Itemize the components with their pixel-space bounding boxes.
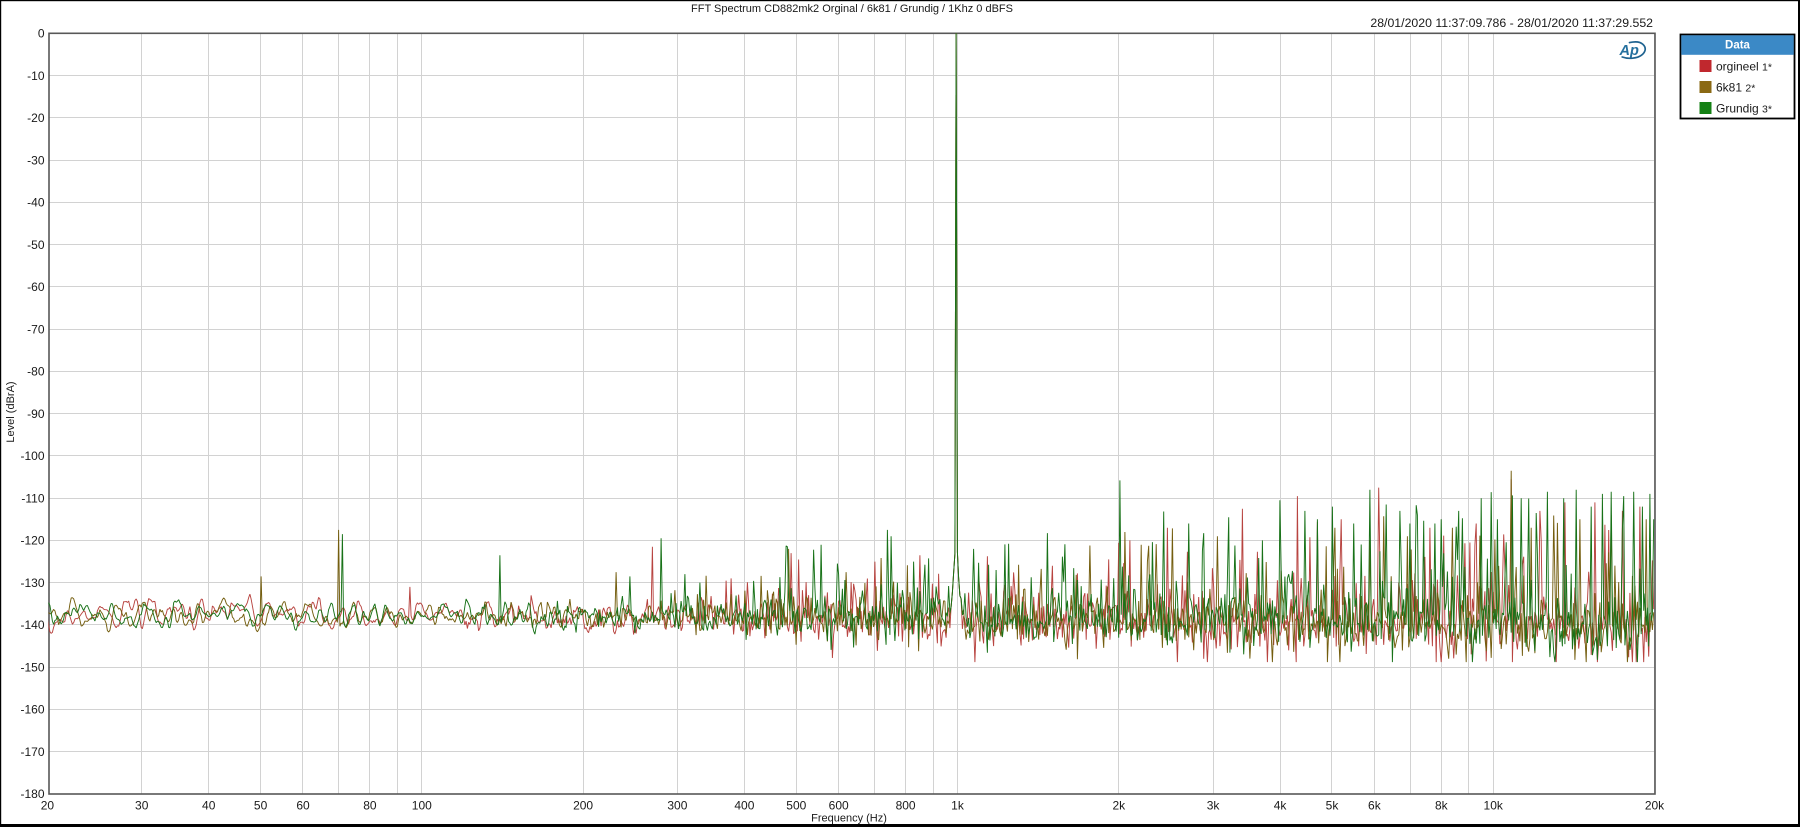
svg-text:Level (dBrA): Level (dBrA) [5,381,17,442]
svg-text:-80: -80 [27,365,45,379]
svg-text:80: 80 [363,798,377,812]
svg-text:-40: -40 [27,196,45,210]
svg-text:-140: -140 [20,618,44,632]
svg-text:20: 20 [41,798,55,812]
svg-text:5k: 5k [1326,798,1340,812]
svg-text:50: 50 [254,798,268,812]
svg-text:-130: -130 [20,576,44,590]
svg-text:-20: -20 [27,111,45,125]
svg-text:3k: 3k [1207,798,1221,812]
svg-text:500: 500 [786,798,806,812]
svg-text:600: 600 [829,798,849,812]
svg-text:30: 30 [135,798,149,812]
svg-text:orgineel 1*: orgineel 1* [1716,60,1772,74]
svg-text:-170: -170 [20,745,44,759]
svg-text:200: 200 [573,798,593,812]
svg-text:20k: 20k [1645,798,1665,812]
svg-text:28/01/2020 11:37:09.786 - 28/0: 28/01/2020 11:37:09.786 - 28/01/2020 11:… [1370,16,1653,30]
svg-text:-60: -60 [27,280,45,294]
svg-text:-160: -160 [20,703,44,717]
svg-text:-150: -150 [20,660,44,674]
svg-text:60: 60 [296,798,310,812]
svg-text:Frequency (Hz): Frequency (Hz) [811,813,887,825]
svg-text:8k: 8k [1435,798,1449,812]
svg-text:800: 800 [896,798,916,812]
svg-text:-110: -110 [21,491,44,505]
svg-text:-120: -120 [20,534,44,548]
svg-text:400: 400 [734,798,754,812]
svg-text:4k: 4k [1274,798,1288,812]
svg-text:-30: -30 [27,153,45,167]
svg-text:2k: 2k [1112,798,1126,812]
svg-text:Grundig 3*: Grundig 3* [1716,102,1772,116]
svg-text:-10: -10 [27,69,45,83]
svg-text:0: 0 [38,27,45,41]
svg-text:-90: -90 [27,407,45,421]
svg-text:10k: 10k [1484,798,1504,812]
svg-text:-70: -70 [27,322,45,336]
svg-text:-100: -100 [20,449,44,463]
svg-text:Ap: Ap [1619,43,1639,59]
svg-text:FFT Spectrum CD882mk2 Orginal: FFT Spectrum CD882mk2 Orginal / 6k81 / G… [691,3,1013,15]
svg-text:40: 40 [202,798,216,812]
svg-text:-50: -50 [27,238,45,252]
svg-text:100: 100 [412,798,432,812]
svg-text:6k81 2*: 6k81 2* [1716,81,1755,95]
svg-text:Data: Data [1725,39,1751,51]
svg-text:300: 300 [667,798,687,812]
svg-text:1k: 1k [951,798,965,812]
svg-text:6k: 6k [1368,798,1382,812]
